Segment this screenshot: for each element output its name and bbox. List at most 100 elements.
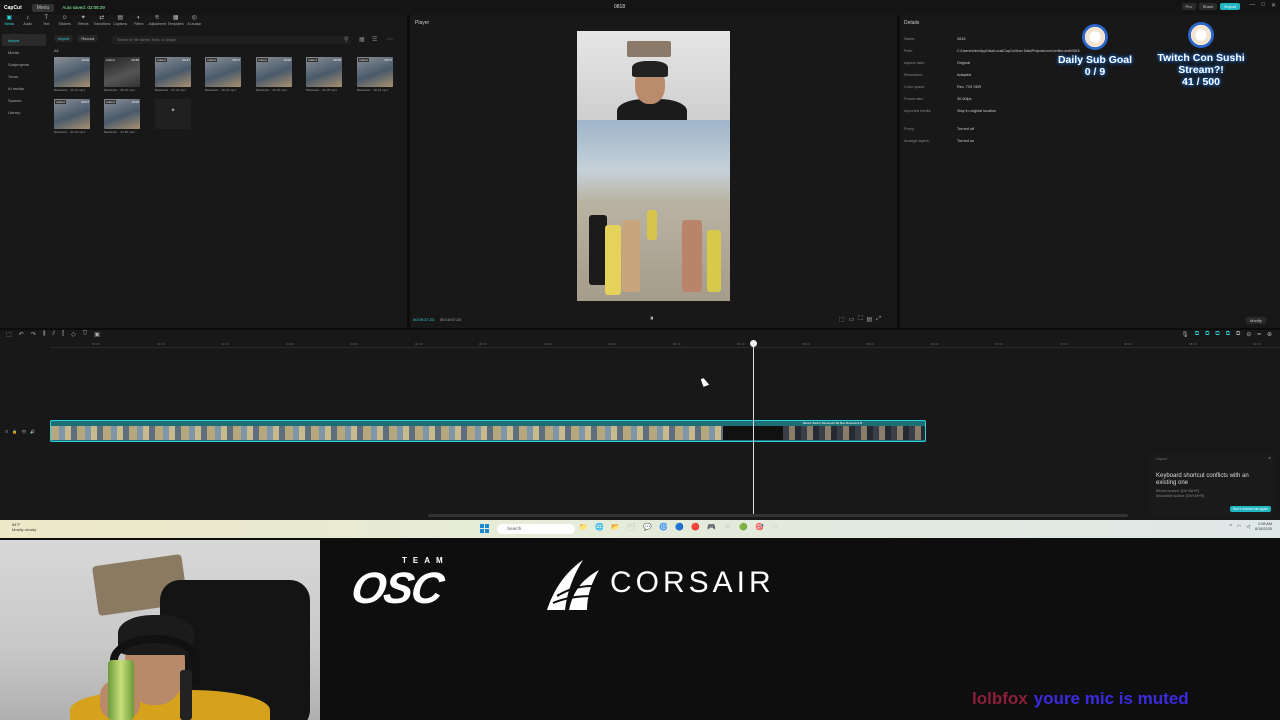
volume-icon[interactable]: ◁ xyxy=(1246,524,1250,530)
taskbar-app-icon[interactable]: ✉ xyxy=(722,523,733,531)
sidebar-item-yours[interactable]: Yours xyxy=(2,70,46,82)
lock-icon[interactable]: 🔒 xyxy=(12,429,17,434)
undo-icon[interactable]: ↶ xyxy=(19,331,24,338)
snap-icon[interactable]: ⧉ xyxy=(1215,331,1219,338)
all-filter-label[interactable]: All xyxy=(54,48,58,53)
taskbar-app-icon[interactable]: 🌀 xyxy=(658,523,669,531)
media-thumbnail[interactable]: Added 09:07 Backtrack ...18-16.mp4 xyxy=(357,57,397,95)
media-thumbnail[interactable]: Added 10:00 Backtrack ...24-56.mp4 xyxy=(104,99,144,137)
crop-icon[interactable]: ⬚ xyxy=(839,316,845,323)
playhead[interactable] xyxy=(753,342,754,515)
preview-axis-icon[interactable]: ⧉ xyxy=(1226,331,1230,338)
playhead-handle[interactable] xyxy=(750,340,757,347)
magnet-icon[interactable]: ⧉ xyxy=(1205,331,1209,338)
tab-templates[interactable]: ▦ Templates xyxy=(167,15,186,31)
import-button[interactable]: Import xyxy=(54,35,74,42)
media-thumbnail[interactable]: Added 09:07 Backtrack ...46-23.mp4 xyxy=(205,57,245,95)
menu-button[interactable]: Menu xyxy=(31,3,55,12)
sidebar-item-import[interactable]: Import xyxy=(2,34,46,46)
tab-captions[interactable]: ▤ Captions xyxy=(111,15,130,31)
clock[interactable]: 2:08 AM 8/18/2025 xyxy=(1255,522,1272,531)
taskbar-search[interactable]: Search xyxy=(497,524,575,534)
link-icon[interactable]: ⧉ xyxy=(1195,331,1199,338)
media-search-input[interactable]: Search for file names, texts, or design xyxy=(112,36,350,44)
grid-view-icon[interactable]: ▦ xyxy=(359,36,365,43)
quality-icon[interactable]: ▤ xyxy=(867,316,873,323)
zoom-icon[interactable]: ⛶ xyxy=(858,316,862,323)
taskbar-app-icon[interactable]: 🎮 xyxy=(706,523,717,531)
split-left-icon[interactable]: ⫽ xyxy=(53,331,56,338)
pause-icon[interactable]: ⏸ xyxy=(650,315,654,323)
tab-transitions[interactable]: ⇄ Transitions xyxy=(93,15,112,31)
close-icon[interactable]: × xyxy=(1268,456,1271,462)
collapse-icon[interactable]: ⊟ xyxy=(5,429,8,434)
tab-filters[interactable]: ◐ Filters xyxy=(130,15,149,31)
video-preview[interactable] xyxy=(577,31,730,301)
taskbar-app-icon[interactable]: 🎯 xyxy=(754,523,765,531)
sort-icon[interactable]: ☰ xyxy=(372,36,377,43)
export-button[interactable]: Export xyxy=(1220,3,1240,10)
zoom-in-icon[interactable]: ⊕ xyxy=(1267,331,1272,338)
minimize-icon[interactable]: — xyxy=(1249,2,1255,9)
marker-icon[interactable]: ◇ xyxy=(71,331,76,338)
media-thumbnail[interactable]: Added 09:58 Backtrack ...33-25.mp4 xyxy=(306,57,346,95)
taskbar-app-icon[interactable]: 🔵 xyxy=(674,523,685,531)
visibility-icon[interactable]: 👁 xyxy=(21,429,26,434)
zoom-slider[interactable]: ━ xyxy=(1257,331,1261,338)
ratio-icon[interactable]: ▭ xyxy=(849,316,855,323)
media-thumbnail[interactable]: 10:00 Backtrack ...15-41.mp4 xyxy=(54,57,94,95)
taskbar-app-icon[interactable]: 🔴 xyxy=(690,523,701,531)
maximize-icon[interactable]: □ xyxy=(1261,2,1265,9)
generate-ai-card[interactable]: ✦Generate with AI xyxy=(155,99,195,137)
dont-remind-button[interactable]: Don't remind me again xyxy=(1229,506,1271,512)
filter-icon[interactable]: ⚲ xyxy=(344,36,348,43)
wifi-icon[interactable]: ◠ xyxy=(1237,524,1241,530)
taskbar-app-icon[interactable]: 🟢 xyxy=(738,523,749,531)
sidebar-item-media[interactable]: Media xyxy=(2,46,46,58)
media-thumbnail[interactable]: Added 09:57 Backtrack ...36-42.mp4 xyxy=(54,99,94,137)
taskbar-app-icon[interactable]: 🌐 xyxy=(594,523,605,531)
caption-icon[interactable]: ⧉ xyxy=(1236,331,1240,338)
media-thumbnail[interactable]: Added 00:59 Backtrack ...05-10.mp4 xyxy=(104,57,144,95)
media-thumbnail[interactable]: Added 10:00 Backtrack ...40-15.mp4 xyxy=(256,57,296,95)
close-icon[interactable]: ✕ xyxy=(1271,2,1276,9)
taskbar-app-icon[interactable]: 🗂 xyxy=(626,523,637,531)
sidebar-item-spaces[interactable]: Spaces xyxy=(2,94,46,106)
record-button[interactable]: Record xyxy=(77,35,99,42)
video-track-clip[interactable]: Backtr Backtr Backtrack Ba Bac Backtrack… xyxy=(50,420,926,442)
modify-button[interactable]: Modify xyxy=(1246,317,1266,324)
pro-button[interactable]: Pro xyxy=(1181,3,1196,10)
taskbar-app-icon[interactable]: 📁 xyxy=(578,523,589,531)
tab-adjustment[interactable]: ⚟ Adjustment xyxy=(148,15,167,31)
tab-stickers[interactable]: ☺ Stickers xyxy=(56,15,75,31)
tab-ai-avatar[interactable]: ◎ AI avatar xyxy=(185,15,204,31)
select-icon[interactable]: ⬚ xyxy=(6,331,12,338)
audio-icon[interactable]: 🔊 xyxy=(30,429,35,434)
shield-icon[interactable]: ⛉ xyxy=(83,331,88,338)
tab-effects[interactable]: ✦ Effects xyxy=(74,15,93,31)
timeline-scrollbar[interactable] xyxy=(428,514,1128,517)
sidebar-item-ai-media[interactable]: AI media xyxy=(2,82,46,94)
taskbar-app-icon[interactable]: ✂ xyxy=(770,523,781,531)
fullscreen-icon[interactable]: ⤢ xyxy=(876,316,881,323)
panel-divider[interactable] xyxy=(897,15,900,328)
more-icon[interactable]: ⋯ xyxy=(387,36,393,43)
zoom-out-icon[interactable]: ⊖ xyxy=(1246,331,1251,338)
split-right-icon[interactable]: ⫿ xyxy=(62,331,64,338)
split-icon[interactable]: ⫼ xyxy=(43,331,46,338)
weather-widget[interactable]: 84°F Mostly cloudy xyxy=(12,522,36,532)
crop-icon[interactable]: ▣ xyxy=(94,331,100,338)
sidebar-item-library[interactable]: Library xyxy=(2,106,46,118)
chevron-up-icon[interactable]: ^ xyxy=(1230,524,1232,530)
tab-audio[interactable]: ♪ Audio xyxy=(19,15,38,31)
share-button[interactable]: Share xyxy=(1198,3,1218,10)
redo-icon[interactable]: ↷ xyxy=(31,331,36,338)
taskbar-app-icon[interactable]: 💬 xyxy=(642,523,653,531)
media-thumbnail[interactable]: Added 09:37 Backtrack ...52-43.mp4 xyxy=(155,57,195,95)
timeline-ruler[interactable]: 00:00 00:30 01:00 01:30 02:00 02:30 03:0… xyxy=(50,342,1280,348)
windows-start-icon[interactable] xyxy=(480,524,489,533)
mic-icon[interactable]: 🎙 xyxy=(1181,331,1189,338)
tab-text[interactable]: T Text xyxy=(37,15,56,31)
tab-media[interactable]: ▣ Media xyxy=(0,15,19,31)
sidebar-item-subprojects[interactable]: Subprojects xyxy=(2,58,46,70)
